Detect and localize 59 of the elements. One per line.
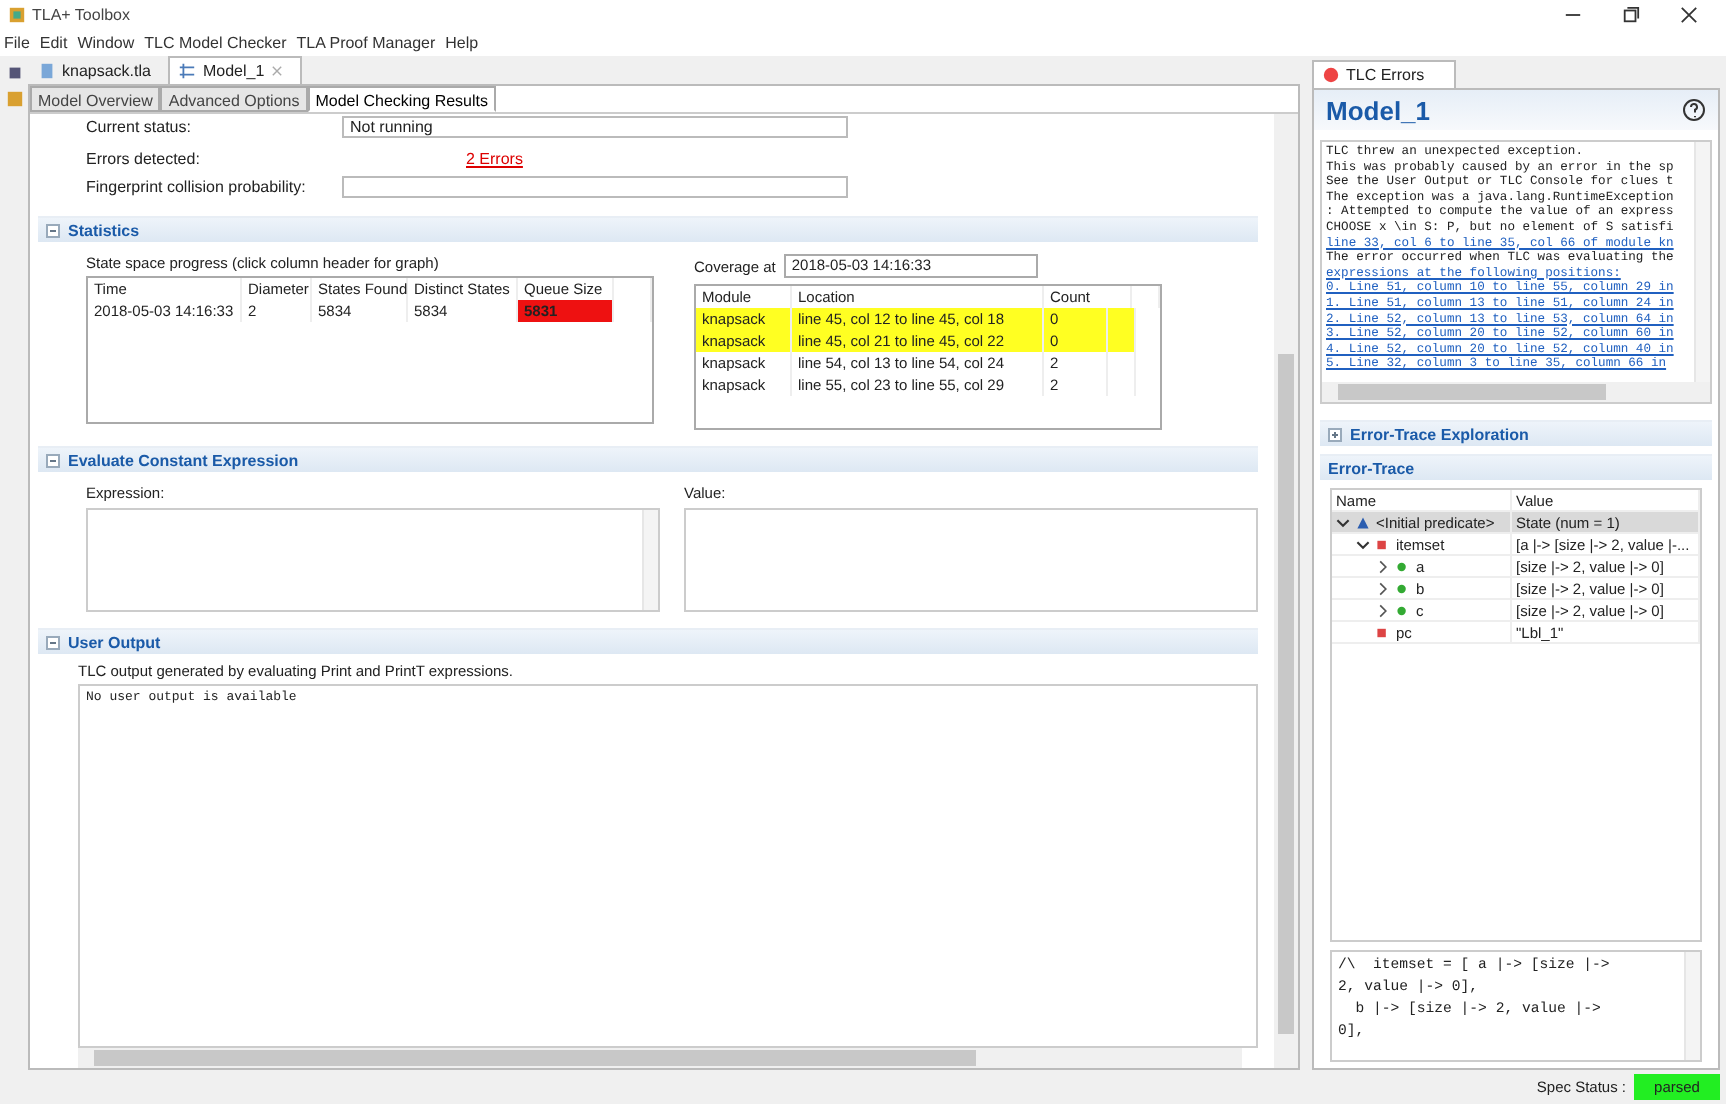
chevron-right-icon[interactable] — [1376, 557, 1390, 575]
horizontal-scrollbar[interactable] — [1322, 382, 1710, 402]
status-field: Not running — [342, 115, 848, 137]
section-title: Error-Trace Exploration — [1350, 425, 1529, 443]
menu-item[interactable]: File — [4, 34, 30, 52]
section-title: Evaluate Constant Expression — [68, 451, 299, 469]
collapse-icon[interactable] — [46, 635, 60, 649]
chevron-right-icon[interactable] — [1376, 601, 1390, 619]
chevron-right-icon[interactable] — [1376, 579, 1390, 597]
app-logo-icon — [8, 6, 26, 24]
close-icon[interactable] — [270, 62, 285, 80]
error-icon — [1322, 66, 1340, 84]
square-icon — [1376, 623, 1390, 641]
section-title: Error-Trace — [1328, 459, 1415, 477]
view-tab[interactable]: TLC Errors — [1312, 60, 1456, 88]
window-title: TLA+ Toolbox — [32, 6, 132, 24]
section-header[interactable]: Evaluate Constant Expression — [38, 446, 1258, 472]
menu-item[interactable]: Help — [445, 34, 479, 52]
document-icon — [38, 62, 56, 80]
dot-icon — [1396, 557, 1410, 575]
editor-tab[interactable]: Model_1 — [168, 56, 303, 84]
dot-icon — [1396, 601, 1410, 619]
menu-item[interactable]: TLA Proof Manager — [296, 34, 436, 52]
field-label: Errors detected: — [86, 149, 202, 167]
scrollbar[interactable] — [642, 510, 658, 610]
section-header[interactable]: Error-Trace Exploration — [1320, 420, 1712, 446]
tab-label: Model_1 — [202, 62, 265, 80]
menu-item[interactable]: TLC Model Checker — [144, 34, 287, 52]
section-header[interactable]: Statistics — [38, 216, 1258, 242]
menu-item[interactable]: Window — [77, 34, 135, 52]
view-title: Model_1 — [1326, 95, 1431, 125]
expression-input[interactable] — [86, 508, 660, 612]
page-tab[interactable]: Advanced Options — [160, 86, 308, 112]
tab-label: TLC Errors — [1346, 66, 1425, 84]
square-icon — [1376, 535, 1390, 553]
restore-icon — [1622, 6, 1640, 24]
help-icon[interactable] — [1682, 98, 1706, 122]
field-label: Fingerprint collision probability: — [86, 177, 308, 195]
dot-icon — [1396, 579, 1410, 597]
scrollbar[interactable] — [1684, 952, 1700, 1060]
scrollbar[interactable] — [1694, 142, 1710, 382]
section-title: User Output — [68, 633, 161, 651]
section-title: Statistics — [68, 221, 140, 239]
section-header[interactable]: User Output — [38, 628, 1258, 654]
close-icon — [1680, 6, 1698, 24]
tab-label: knapsack.tla — [62, 62, 151, 80]
vertical-scrollbar[interactable] — [1274, 114, 1298, 1068]
menu-item[interactable]: Edit — [39, 34, 68, 52]
errors-link[interactable]: 2 Errors — [466, 149, 523, 167]
collapse-icon[interactable] — [46, 223, 60, 237]
page-tab[interactable]: Model Overview — [30, 86, 161, 112]
section-header[interactable]: Error-Trace — [1320, 454, 1712, 480]
model-icon — [178, 62, 197, 80]
triangle-icon — [1356, 513, 1370, 531]
page-tab[interactable]: Model Checking Results — [307, 86, 496, 112]
expand-icon[interactable] — [1328, 427, 1342, 441]
horizontal-scrollbar[interactable] — [78, 1048, 1242, 1068]
field-label: Current status: — [86, 117, 193, 135]
collapse-icon[interactable] — [46, 453, 60, 467]
